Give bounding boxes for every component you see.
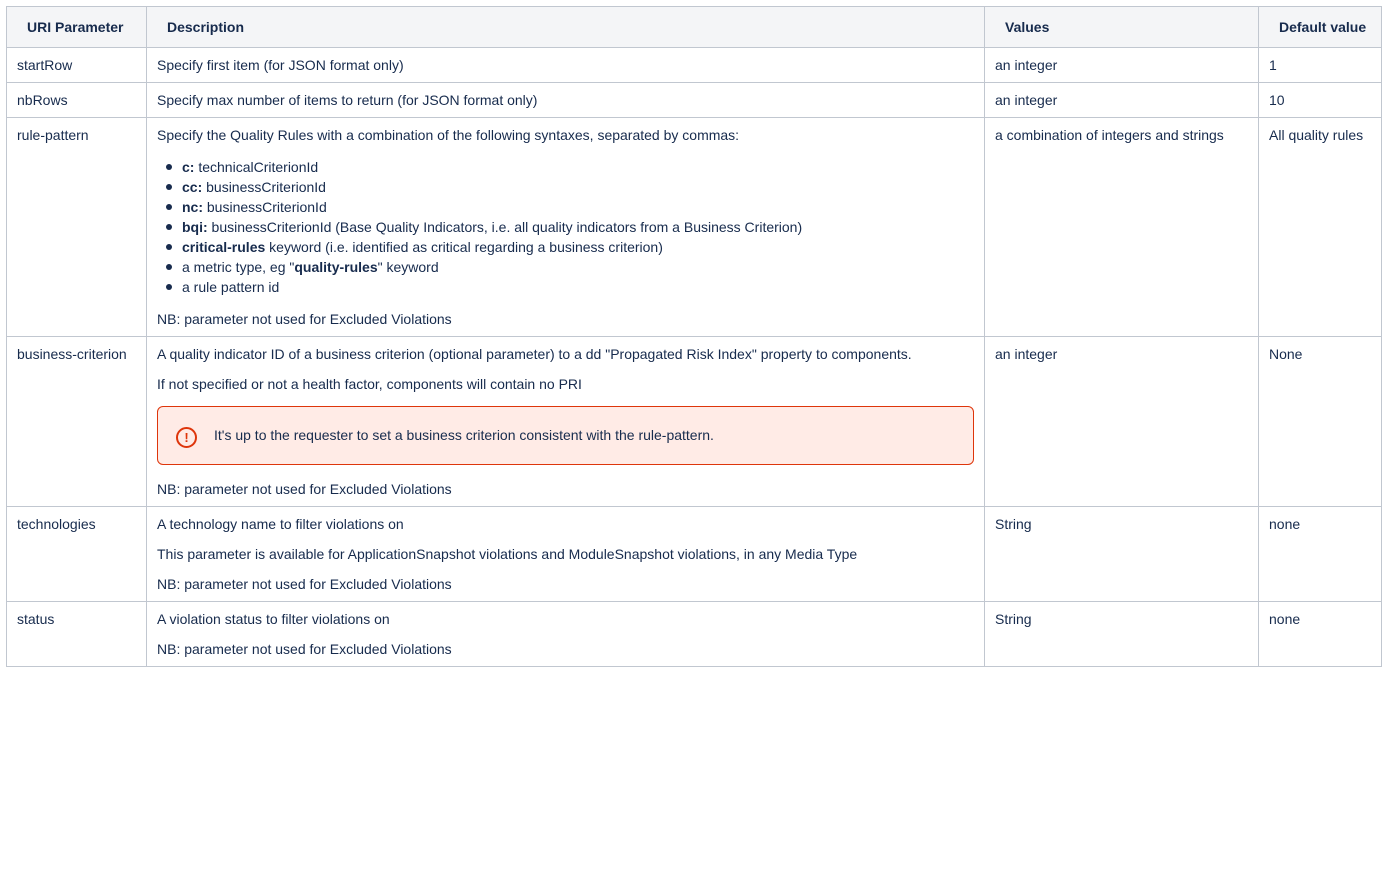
param-cell: business-criterion: [6, 336, 147, 507]
list-item-keyword: nc:: [182, 199, 203, 215]
list-item: c: technicalCriterionId: [166, 157, 974, 177]
list-item-text: technicalCriterionId: [194, 159, 319, 175]
list-item-keyword: critical-rules: [182, 239, 266, 255]
list-item-text: " keyword: [377, 259, 439, 275]
default-cell: None: [1258, 336, 1382, 507]
header-description: Description: [146, 6, 985, 48]
description-paragraph: This parameter is available for Applicat…: [157, 546, 858, 562]
warning-panel: ! It's up to the requester to set a busi…: [157, 406, 974, 465]
list-item: cc: businessCriterionId: [166, 177, 974, 197]
param-cell: nbRows: [6, 82, 147, 118]
description-intro: Specify the Quality Rules with a combina…: [157, 127, 740, 143]
table-row: status A violation status to filter viol…: [6, 601, 1382, 667]
description-note: NB: parameter not used for Excluded Viol…: [157, 576, 452, 592]
table-row: technologies A technology name to filter…: [6, 506, 1382, 602]
param-cell: status: [6, 601, 147, 667]
param-cell: rule-pattern: [6, 117, 147, 337]
list-item-text: a rule pattern id: [182, 279, 280, 295]
description-note: NB: parameter not used for Excluded Viol…: [157, 481, 452, 497]
description-cell: Specify the Quality Rules with a combina…: [146, 117, 985, 337]
list-item-text: businessCriterionId: [202, 179, 326, 195]
values-cell: a combination of integers and strings: [984, 117, 1259, 337]
description-paragraph: A technology name to filter violations o…: [157, 516, 404, 532]
list-item-keyword: quality-rules: [294, 259, 378, 275]
param-cell: technologies: [6, 506, 147, 602]
default-cell: none: [1258, 506, 1382, 602]
description-note: NB: parameter not used for Excluded Viol…: [157, 641, 452, 657]
description-cell: Specify first item (for JSON format only…: [146, 47, 985, 83]
table-row: nbRows Specify max number of items to re…: [6, 82, 1382, 118]
list-item-text: businessCriterionId: [203, 199, 327, 215]
description-cell: A violation status to filter violations …: [146, 601, 985, 667]
list-item-keyword: c:: [182, 159, 195, 175]
param-cell: startRow: [6, 47, 147, 83]
description-cell: Specify max number of items to return (f…: [146, 82, 985, 118]
uri-parameters-table: URI Parameter Description Values Default…: [6, 6, 1382, 667]
list-item-keyword: bqi:: [182, 219, 208, 235]
syntax-list: c: technicalCriterionId cc: businessCrit…: [157, 157, 974, 297]
list-item-text: businessCriterionId (Base Quality Indica…: [207, 219, 803, 235]
default-cell: none: [1258, 601, 1382, 667]
description-paragraph: If not specified or not a health factor,…: [157, 376, 582, 392]
table-row: startRow Specify first item (for JSON fo…: [6, 47, 1382, 83]
list-item-keyword: cc:: [182, 179, 203, 195]
table-row: rule-pattern Specify the Quality Rules w…: [6, 117, 1382, 337]
list-item-text: keyword (i.e. identified as critical reg…: [265, 239, 663, 255]
description-cell: A technology name to filter violations o…: [146, 506, 985, 602]
list-item: a rule pattern id: [166, 277, 974, 297]
warning-text: It's up to the requester to set a busine…: [214, 427, 714, 443]
description-cell: A quality indicator ID of a business cri…: [146, 336, 985, 507]
description-paragraph: A violation status to filter violations …: [157, 611, 390, 627]
table-header-row: URI Parameter Description Values Default…: [6, 6, 1382, 48]
warning-icon: !: [176, 427, 197, 448]
default-cell: 10: [1258, 82, 1382, 118]
values-cell: an integer: [984, 336, 1259, 507]
list-item: a metric type, eg "quality-rules" keywor…: [166, 257, 974, 277]
default-cell: All quality rules: [1258, 117, 1382, 337]
header-values: Values: [984, 6, 1259, 48]
header-default-value: Default value: [1258, 6, 1382, 48]
description-note: NB: parameter not used for Excluded Viol…: [157, 311, 452, 327]
list-item: nc: businessCriterionId: [166, 197, 974, 217]
default-cell: 1: [1258, 47, 1382, 83]
list-item: bqi: businessCriterionId (Base Quality I…: [166, 217, 974, 237]
values-cell: String: [984, 506, 1259, 602]
header-uri-parameter: URI Parameter: [6, 6, 147, 48]
values-cell: an integer: [984, 47, 1259, 83]
table-row: business-criterion A quality indicator I…: [6, 336, 1382, 507]
description-paragraph: A quality indicator ID of a business cri…: [157, 346, 912, 362]
values-cell: String: [984, 601, 1259, 667]
list-item-text: a metric type, eg ": [182, 259, 295, 275]
values-cell: an integer: [984, 82, 1259, 118]
list-item: critical-rules keyword (i.e. identified …: [166, 237, 974, 257]
